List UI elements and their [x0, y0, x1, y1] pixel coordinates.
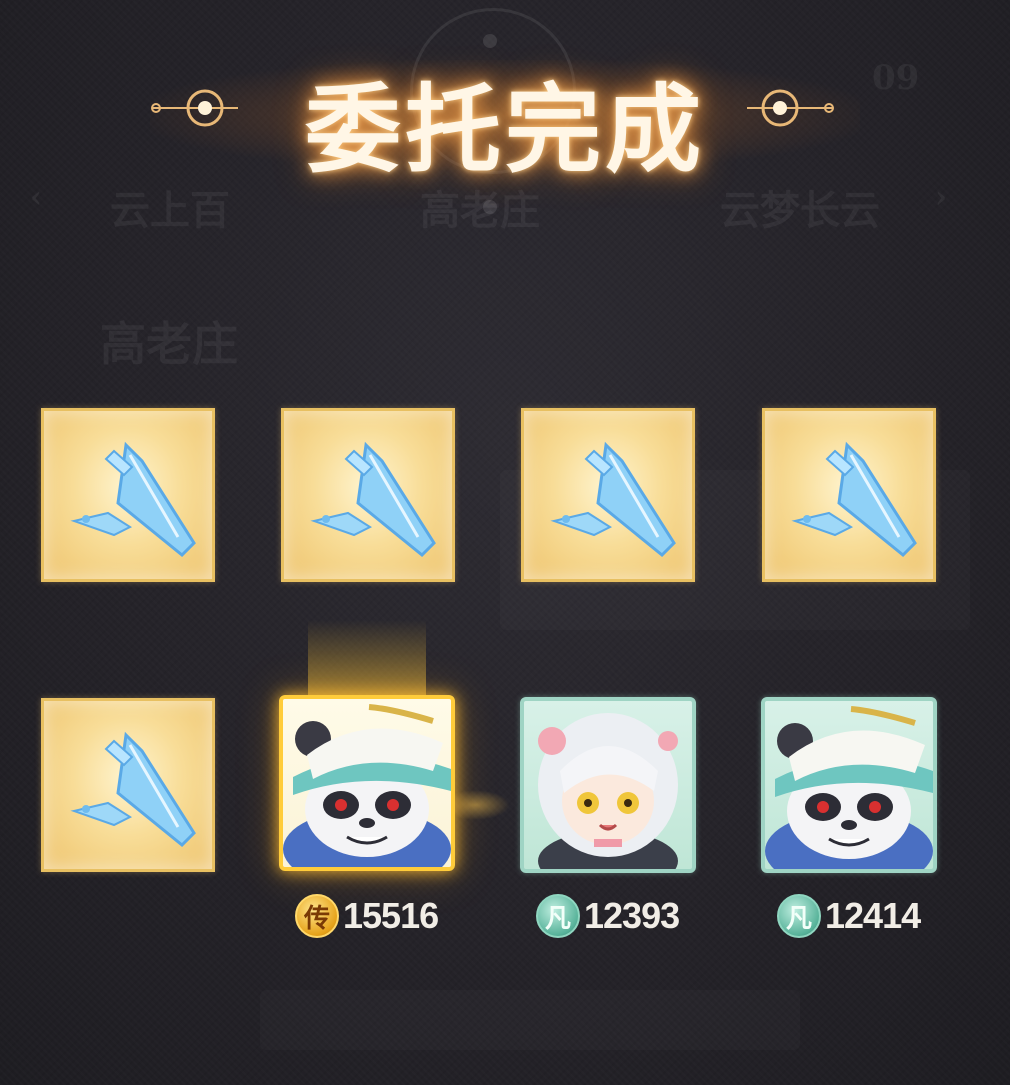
power-value: 12414 — [825, 895, 921, 936]
panda-hat-portrait — [283, 704, 451, 867]
power-readout-2: 凡 12393 — [536, 893, 680, 939]
character-card-3[interactable] — [761, 697, 937, 873]
reward-item-5[interactable] — [41, 698, 215, 872]
character-card-1[interactable] — [279, 695, 455, 871]
crystal-feather-icon — [70, 731, 196, 848]
rank-badge-common: 凡 — [777, 894, 821, 938]
power-value: 12393 — [584, 895, 680, 936]
panda-hat-portrait — [765, 706, 933, 869]
silver-hair-girl-portrait — [538, 713, 678, 869]
page-title: 委托完成 — [305, 73, 705, 186]
rank-badge-legendary: 传 — [295, 894, 339, 938]
rank-badge-common: 凡 — [536, 894, 580, 938]
crystal-feather-icon — [791, 441, 917, 558]
emblem-dot-top — [483, 34, 497, 48]
reward-item-1[interactable] — [41, 408, 215, 582]
crystal-feather-icon — [550, 441, 676, 558]
emblem-dot-bottom — [483, 200, 497, 214]
reward-item-3[interactable] — [521, 408, 695, 582]
reward-item-4[interactable] — [762, 408, 936, 582]
power-readout-3: 凡 12414 — [777, 893, 921, 939]
ghost-bottom-bar — [260, 990, 800, 1050]
crystal-feather-icon — [70, 441, 196, 558]
crystal-feather-icon — [310, 441, 436, 558]
power-readout-1: 传 15516 — [295, 893, 439, 939]
character-card-2[interactable] — [520, 697, 696, 873]
ghost-section-title: 高老庄 — [100, 317, 238, 371]
reward-item-2[interactable] — [281, 408, 455, 582]
power-value: 15516 — [343, 895, 439, 936]
legendary-light-beam — [308, 620, 426, 700]
